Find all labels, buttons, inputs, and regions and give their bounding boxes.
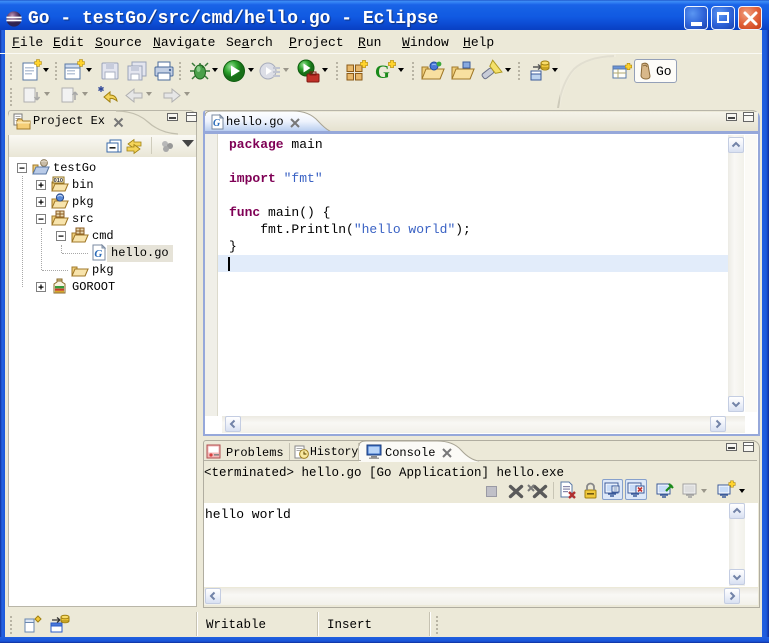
svg-text:G: G <box>94 248 102 260</box>
svg-text:G: G <box>213 118 221 129</box>
svg-text:G: G <box>375 62 390 83</box>
svg-text:010: 010 <box>54 178 63 184</box>
